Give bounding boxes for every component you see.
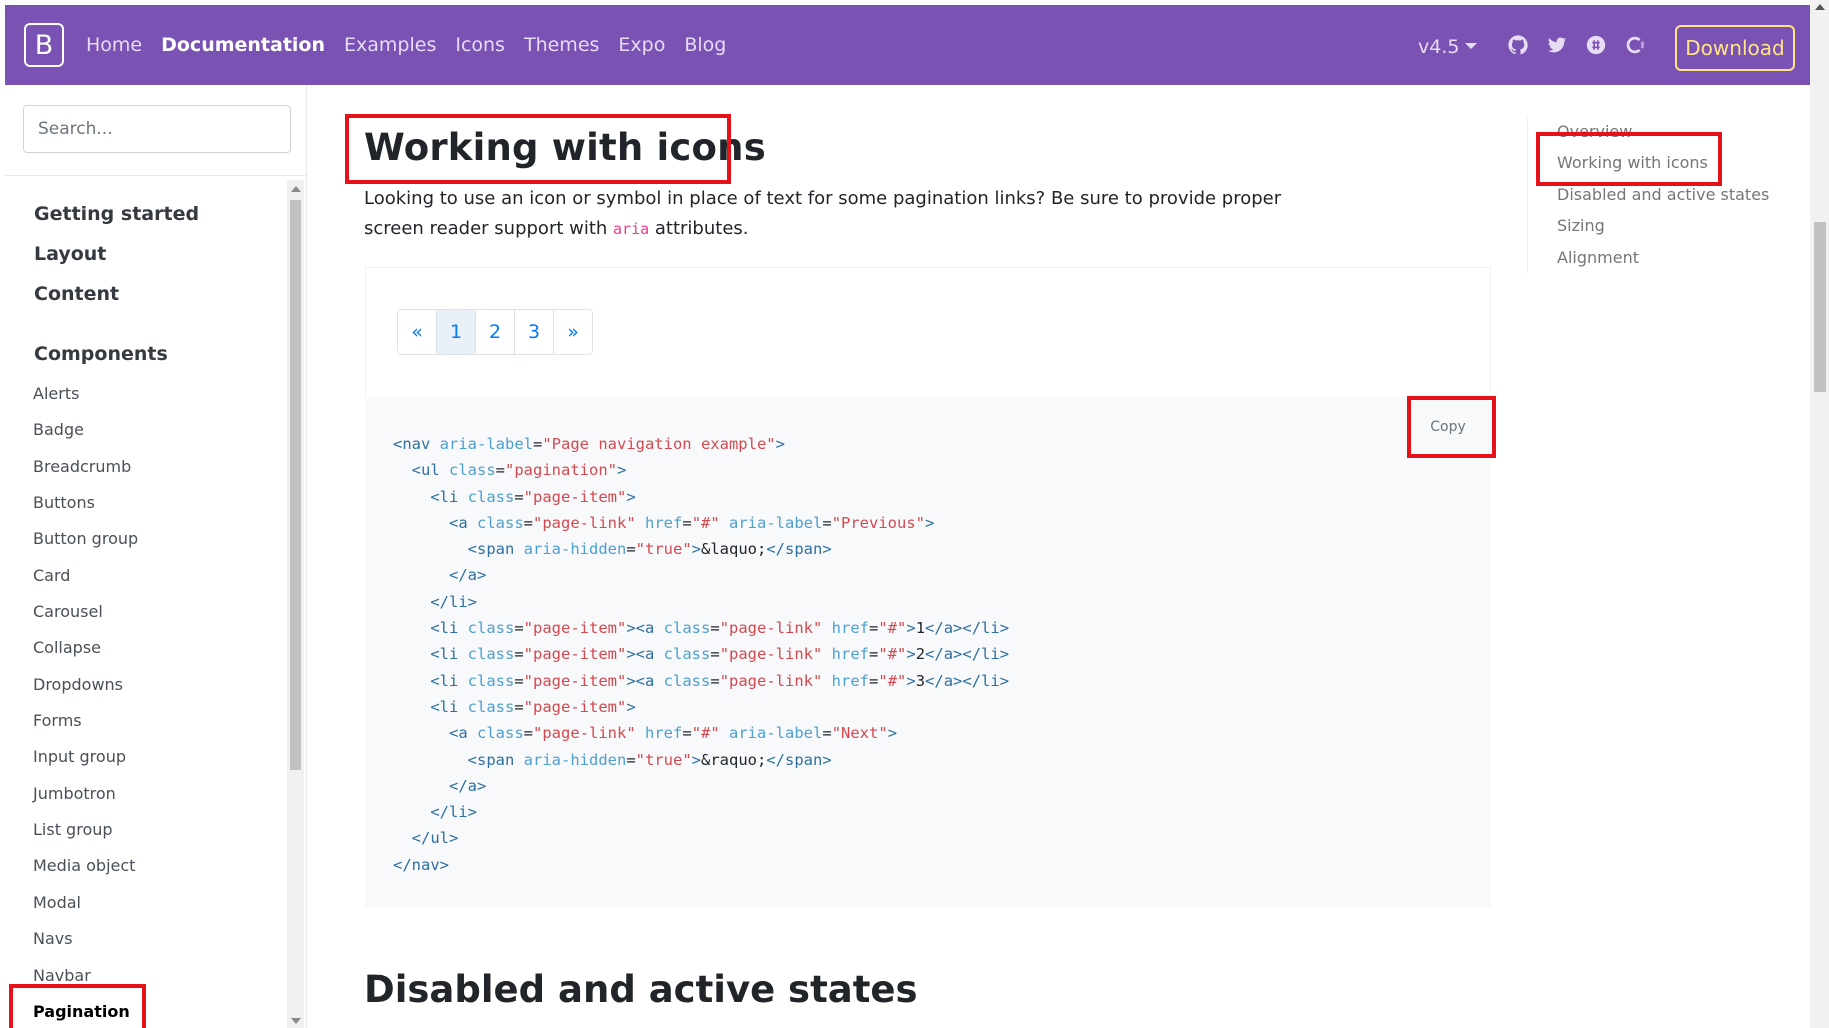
annotation-box-title <box>345 114 731 184</box>
sidebar-item-card[interactable]: Card <box>33 566 70 585</box>
sidebar-item-jumbotron[interactable]: Jumbotron <box>33 784 116 803</box>
sidebar-item-forms[interactable]: Forms <box>33 711 82 730</box>
scroll-down-icon[interactable] <box>291 1018 301 1024</box>
code-snippet: <nav aria-label="Page navigation example… <box>393 435 1010 874</box>
table-of-contents: Overview Working with icons Disabled and… <box>1527 118 1769 273</box>
pagination-example: « 1 2 3 » <box>397 309 593 355</box>
opencollective-icon[interactable] <box>1624 34 1646 56</box>
sidebar-item-badge[interactable]: Badge <box>33 420 84 439</box>
bootstrap-logo[interactable]: B <box>24 23 64 67</box>
nav-link-examples[interactable]: Examples <box>344 34 436 56</box>
sidebar-group-components[interactable]: Components <box>34 343 168 365</box>
search-input[interactable] <box>23 105 291 153</box>
version-dropdown[interactable]: v4.5 <box>1418 36 1478 58</box>
sidebar-scrollbar[interactable] <box>287 180 304 1028</box>
nav-link-blog[interactable]: Blog <box>684 34 726 56</box>
lead-text-after: attributes. <box>649 218 749 239</box>
page-link-next[interactable]: » <box>553 309 593 355</box>
docs-sidebar: Getting started Layout Content Component… <box>5 85 307 1028</box>
nav-link-themes[interactable]: Themes <box>524 34 599 56</box>
sidebar-item-modal[interactable]: Modal <box>33 893 81 912</box>
twitter-icon[interactable] <box>1546 34 1568 56</box>
sidebar-item-button-group[interactable]: Button group <box>33 529 138 548</box>
lead-text-before: Looking to use an icon or symbol in plac… <box>364 188 1282 239</box>
page-link-previous[interactable]: « <box>397 309 437 355</box>
top-navbar: B Home Documentation Examples Icons Them… <box>5 5 1810 85</box>
chevron-down-icon <box>1465 43 1478 49</box>
github-icon[interactable] <box>1507 34 1529 56</box>
example-preview: « 1 2 3 » <box>365 267 1491 397</box>
scroll-up-icon[interactable] <box>1815 4 1825 10</box>
slack-icon[interactable] <box>1585 34 1607 56</box>
annotation-box-toc <box>1536 132 1722 186</box>
toc-item-sizing[interactable]: Sizing <box>1557 216 1605 235</box>
sidebar-group-getting-started[interactable]: Getting started <box>34 203 199 225</box>
sidebar-scrollbar-thumb[interactable] <box>290 200 301 770</box>
toc-item-alignment[interactable]: Alignment <box>1557 248 1639 267</box>
page-link-3[interactable]: 3 <box>514 309 554 355</box>
sidebar-item-navs[interactable]: Navs <box>33 929 73 948</box>
annotation-box-pagination <box>9 984 146 1028</box>
sidebar-item-carousel[interactable]: Carousel <box>33 602 103 621</box>
sidebar-item-media-object[interactable]: Media object <box>33 856 135 875</box>
sidebar-group-content[interactable]: Content <box>34 283 119 305</box>
sidebar-item-collapse[interactable]: Collapse <box>33 638 101 657</box>
aria-code: aria <box>613 220 650 238</box>
page-link-2[interactable]: 2 <box>475 309 515 355</box>
sidebar-item-dropdowns[interactable]: Dropdowns <box>33 675 123 694</box>
sidebar-divider <box>5 175 306 176</box>
sidebar-item-list-group[interactable]: List group <box>33 820 113 839</box>
nav-link-expo[interactable]: Expo <box>618 34 665 56</box>
lead-paragraph: Looking to use an icon or symbol in plac… <box>364 184 1294 244</box>
annotation-box-copy <box>1407 396 1496 458</box>
nav-link-documentation[interactable]: Documentation <box>161 34 325 56</box>
download-button[interactable]: Download <box>1675 25 1795 71</box>
sidebar-item-buttons[interactable]: Buttons <box>33 493 95 512</box>
sidebar-group-layout[interactable]: Layout <box>34 243 106 265</box>
sidebar-item-input-group[interactable]: Input group <box>33 747 126 766</box>
nav-link-icons[interactable]: Icons <box>455 34 505 56</box>
main-nav: Home Documentation Examples Icons Themes… <box>86 5 726 85</box>
version-label: v4.5 <box>1418 36 1460 58</box>
toc-item-disabled-active-states[interactable]: Disabled and active states <box>1557 185 1769 204</box>
sidebar-item-alerts[interactable]: Alerts <box>33 384 79 403</box>
sidebar-item-breadcrumb[interactable]: Breadcrumb <box>33 457 131 476</box>
page-link-1[interactable]: 1 <box>436 309 476 355</box>
scroll-up-icon[interactable] <box>291 186 301 192</box>
section-heading-disabled-active: Disabled and active states <box>364 968 918 1011</box>
page-scrollbar-thumb[interactable] <box>1814 222 1826 392</box>
sidebar-item-navbar[interactable]: Navbar <box>33 966 91 985</box>
nav-link-home[interactable]: Home <box>86 34 142 56</box>
page-scrollbar[interactable] <box>1810 0 1829 1028</box>
